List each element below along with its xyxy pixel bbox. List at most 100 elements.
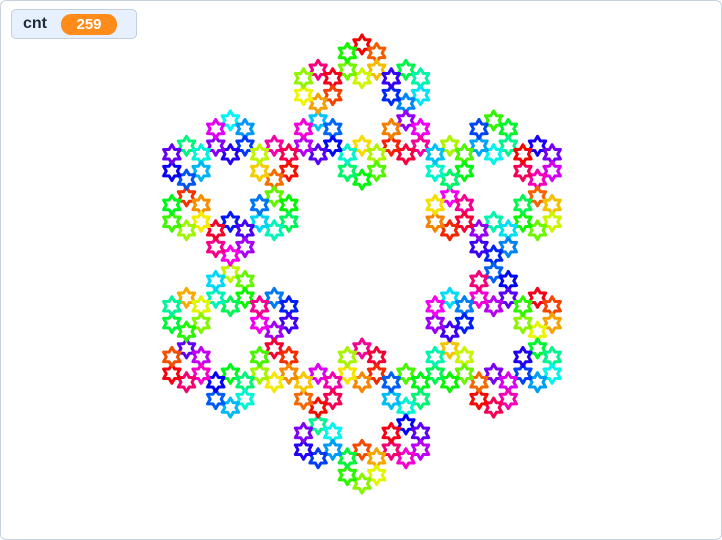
fractal-star: [337, 447, 358, 470]
fractal-star: [352, 472, 372, 495]
fractal-star: [293, 67, 314, 90]
fractal-star: [527, 185, 548, 208]
fractal-star: [308, 362, 328, 385]
fractal-star: [396, 362, 416, 385]
fractal-star: [454, 160, 475, 183]
fractal-star: [513, 345, 533, 368]
fractal-star: [162, 345, 182, 368]
fractal-star: [308, 58, 328, 81]
fractal-star: [381, 421, 401, 444]
fractal-star: [279, 160, 299, 183]
fractal-star: [542, 362, 562, 385]
fractal-star: [352, 337, 372, 360]
fractal-star: [176, 134, 197, 157]
fractal-star: [176, 286, 197, 309]
fractal-star: [498, 286, 518, 309]
fractal-star: [293, 421, 314, 444]
fractal-star: [176, 320, 197, 343]
fractal-star: [483, 143, 504, 166]
fractal-star: [425, 193, 445, 216]
pen-drawing-canvas: [162, 33, 562, 495]
fractal-star: [176, 371, 197, 394]
fractal-star: [454, 210, 475, 233]
fractal-star: [264, 371, 284, 394]
fractal-star: [264, 286, 284, 309]
fractal-star: [264, 185, 284, 208]
fractal-star: [264, 337, 284, 360]
fractal-star: [513, 143, 533, 166]
fractal-star: [235, 388, 255, 411]
fractal-star: [483, 295, 504, 318]
fractal-star: [425, 345, 445, 368]
fractal-star: [264, 219, 284, 242]
fractal-star: [352, 371, 372, 394]
fractal-star: [469, 371, 489, 394]
fractal-star: [440, 371, 460, 394]
fractal-star: [191, 210, 211, 233]
fractal-star: [527, 371, 548, 394]
fractal-star: [498, 388, 518, 411]
fractal-star: [279, 210, 299, 233]
fractal-star: [293, 371, 314, 394]
fractal-star: [249, 143, 270, 166]
fractal-star: [440, 168, 460, 191]
fractal-star: [337, 143, 358, 166]
fractal-star: [191, 362, 211, 385]
fractal-star: [352, 33, 372, 56]
fractal-star: [440, 286, 460, 309]
fractal-star: [469, 117, 489, 140]
fractal-star: [440, 320, 460, 343]
fractal-star: [352, 134, 372, 157]
fractal-star: [162, 143, 182, 166]
fractal-star: [381, 117, 401, 140]
fractal-star: [410, 388, 431, 411]
fractal-star: [527, 337, 548, 360]
fractal-star: [454, 312, 475, 335]
variable-monitor-cnt[interactable]: cnt 259: [11, 9, 137, 39]
fractal-star: [366, 464, 387, 487]
fractal-star: [220, 295, 241, 318]
fractal-star: [396, 109, 416, 132]
fractal-star: [483, 210, 504, 233]
fractal-star: [454, 362, 475, 385]
fractal-star: [410, 84, 431, 107]
fractal-star: [440, 219, 460, 242]
monitor-label: cnt: [23, 15, 47, 32]
fractal-star: [542, 312, 562, 335]
fractal-star: [542, 210, 562, 233]
fractal-star: [352, 168, 372, 191]
fractal-star: [323, 84, 343, 107]
fractal-star: [206, 371, 226, 394]
fractal-star: [308, 143, 328, 166]
fractal-star: [191, 160, 211, 183]
fractal-star: [483, 109, 504, 132]
fractal-star: [337, 345, 358, 368]
fractal-star: [323, 438, 343, 461]
fractal-star: [381, 371, 401, 394]
fractal-star: [220, 210, 241, 233]
fractal-star: [410, 134, 431, 157]
fractal-star: [527, 134, 548, 157]
fractal-star: [483, 396, 504, 419]
fractal-star: [249, 193, 270, 216]
fractal-star: [366, 362, 387, 385]
fractal-star: [308, 447, 328, 470]
fractal-star: [220, 362, 241, 385]
stage[interactable]: cnt 259: [0, 0, 722, 540]
fractal-star: [176, 219, 197, 242]
fractal-star: [220, 143, 241, 166]
fractal-star: [162, 295, 182, 318]
fractal-star: [366, 58, 387, 81]
fractal-star: [513, 295, 533, 318]
fractal-star: [542, 160, 562, 183]
fractal-star: [469, 269, 489, 292]
fractal-star: [220, 244, 241, 267]
fractal-star: [162, 193, 182, 216]
fractal-star: [206, 117, 226, 140]
fractal-star: [469, 219, 489, 242]
fractal-star: [440, 134, 460, 157]
fractal-star: [381, 67, 401, 90]
fractal-star: [337, 41, 358, 64]
fractal-star: [425, 143, 445, 166]
fractal-star: [220, 109, 241, 132]
